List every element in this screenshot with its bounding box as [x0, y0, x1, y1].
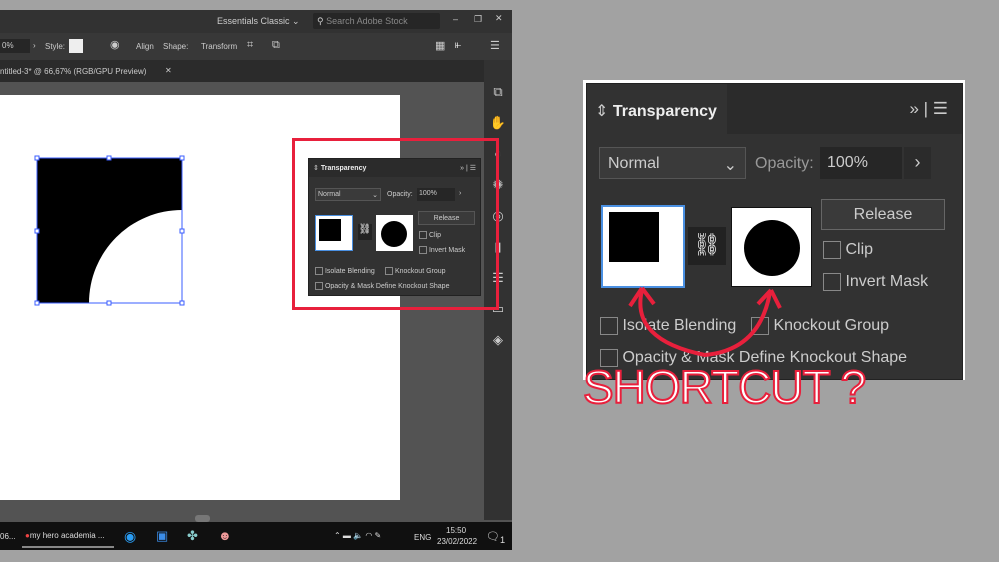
close-tab-icon[interactable]: ✕: [165, 66, 172, 75]
isolate-blending-checkbox[interactable]: Isolate Blending: [315, 267, 375, 275]
panel-menu-icon[interactable]: » | ☰: [460, 164, 476, 172]
tray-icons[interactable]: ⌃ ▬ 🔈 ◠ ✎: [334, 531, 381, 540]
edge-icon[interactable]: ◉: [124, 528, 136, 545]
search-icon: ⚲: [317, 16, 324, 26]
invert-mask-label: Invert Mask: [428, 246, 466, 254]
invert-mask-checkbox[interactable]: Invert Mask: [419, 246, 465, 254]
horizontal-scrollbar[interactable]: [195, 515, 210, 522]
opacity-chevron[interactable]: ›: [904, 147, 931, 179]
chevron-right-icon[interactable]: ›: [33, 41, 36, 50]
invert-mask-label: Invert Mask: [845, 273, 929, 291]
title-bar: Essentials Classic ⌄ ⚲ Search Adobe Stoc…: [0, 10, 512, 33]
isolate-icon[interactable]: ⌗: [247, 39, 253, 52]
opacity-field[interactable]: 100%: [417, 188, 455, 201]
taskbar-chrome-label: my hero academia ...: [29, 531, 105, 540]
clip-checkbox[interactable]: Clip: [823, 241, 873, 259]
taskbar-chrome[interactable]: ●my hero academia ...: [22, 526, 114, 548]
knockout-label: Knockout Group: [394, 267, 446, 275]
restore-button[interactable]: ❐: [474, 14, 482, 25]
artwork-thumbnail[interactable]: [315, 215, 353, 251]
store-icon[interactable]: ▣: [156, 528, 168, 544]
transparency-panel-small: ⇕ Transparency » | ☰ Normal ⌄ Opacity: 100…: [308, 158, 481, 296]
blend-mode-value: Normal: [608, 155, 660, 172]
opacity-chevron[interactable]: ›: [459, 190, 461, 197]
grid-icon[interactable]: ▦: [435, 39, 445, 52]
blend-mode-select[interactable]: Normal ⌄: [599, 147, 746, 179]
control-bar: 0% › Style: ◉ Align Shape: Transform ⌗ ⧉…: [0, 33, 512, 60]
shortcut-caption: SHORTCUT ?: [582, 360, 867, 414]
opacity-field[interactable]: 100%: [820, 147, 902, 179]
style-swatch[interactable]: [69, 39, 83, 53]
taskbar-item[interactable]: 06...: [0, 532, 16, 541]
stock-search-input[interactable]: ⚲ Search Adobe Stock: [313, 13, 440, 29]
invert-mask-checkbox[interactable]: Invert Mask: [823, 273, 928, 291]
workspace-label: Essentials Classic: [217, 16, 290, 26]
opacity-mask-label: Opacity & Mask Define Knockout Shape: [324, 282, 450, 290]
isolate-label: Isolate Blending: [324, 267, 375, 275]
menu-icon[interactable]: ☰: [490, 39, 500, 52]
mask-thumbnail[interactable]: [376, 215, 413, 251]
release-button[interactable]: Release: [418, 211, 475, 225]
clock-date[interactable]: 23/02/2022: [437, 537, 477, 546]
clock-time[interactable]: 15:50: [446, 526, 466, 535]
release-button[interactable]: Release: [821, 199, 945, 230]
search-placeholder: Search Adobe Stock: [326, 16, 408, 26]
align-button[interactable]: Align: [136, 42, 154, 51]
panel-title: Transparency: [612, 103, 717, 120]
workspace-switcher[interactable]: Essentials Classic ⌄: [217, 16, 300, 27]
app-icon[interactable]: ✤: [187, 528, 198, 544]
document-tab-bar: ntitled-3* @ 66,67% (RGB/GPU Preview) ✕: [0, 60, 484, 82]
mask-thumbnail[interactable]: [731, 207, 812, 287]
close-button[interactable]: ✕: [495, 13, 503, 24]
game-icon[interactable]: ☻: [218, 528, 232, 543]
minimize-button[interactable]: –: [453, 14, 458, 24]
panel-tab[interactable]: ⇕ Transparency: [587, 84, 727, 134]
blend-mode-value: Normal: [318, 191, 341, 198]
clip-label: Clip: [845, 241, 874, 259]
windows-taskbar: 06... ●my hero academia ... ◉ ▣ ✤ ☻ ⌃ ▬ …: [0, 522, 512, 550]
link-icon[interactable]: ⛓: [358, 224, 372, 240]
blend-mode-select[interactable]: Normal ⌄: [315, 188, 381, 201]
opacity-mask-knockout-checkbox[interactable]: Opacity & Mask Define Knockout Shape: [315, 282, 449, 290]
opacity-label: Opacity:: [755, 155, 814, 172]
opacity-label: Opacity:: [387, 191, 413, 198]
panel-collapse-icon[interactable]: ⇕: [595, 103, 608, 120]
notification-count: 1: [499, 535, 506, 546]
knockout-group-checkbox[interactable]: Knockout Group: [385, 267, 446, 275]
panel-title: Transparency: [320, 165, 367, 172]
style-label: Style:: [45, 42, 66, 51]
shape-button[interactable]: Shape:: [163, 42, 188, 51]
arrange-icon[interactable]: ⧉: [272, 39, 280, 52]
align-panel-icon[interactable]: ⫦: [455, 39, 461, 52]
clip-checkbox[interactable]: Clip: [419, 231, 441, 239]
artwork-thumbnail[interactable]: [601, 205, 685, 288]
panel-menu-icon[interactable]: » | ☰: [909, 99, 948, 119]
notification-icon[interactable]: 🗨1: [486, 530, 505, 545]
panel-collapse-icon[interactable]: ⇕: [313, 165, 319, 172]
language-indicator[interactable]: ENG: [414, 533, 431, 542]
link-icon[interactable]: ⛓: [688, 227, 726, 265]
clip-label: Clip: [428, 231, 442, 239]
document-tab[interactable]: ntitled-3* @ 66,67% (RGB/GPU Preview): [0, 67, 146, 76]
recolor-icon[interactable]: ◉: [110, 38, 120, 51]
transform-button[interactable]: Transform: [201, 42, 237, 51]
zoom-field[interactable]: 0%: [0, 39, 30, 53]
